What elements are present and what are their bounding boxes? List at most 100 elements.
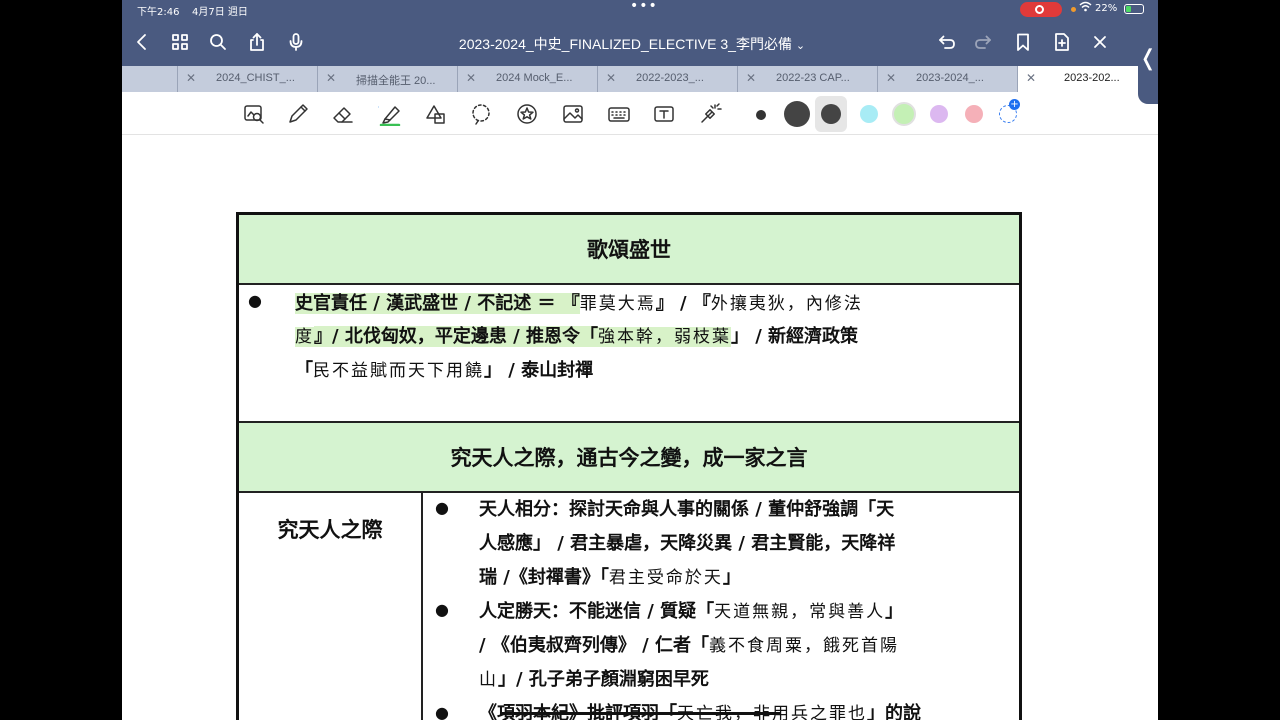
tab-close-icon[interactable]: ✕ [326, 71, 336, 85]
text-run: 外攘夷狄，內修法 [710, 294, 863, 314]
microphone-icon[interactable] [284, 30, 308, 54]
text-line: 《項羽本紀》批評項羽「天亡我，非用兵之罪也」的說 [479, 697, 921, 720]
text-line: 人感應」 / 君主暴虐，天降災異 / 君主賢能，天降祥 [479, 527, 895, 561]
highlighter-icon[interactable] [375, 102, 402, 127]
row-label: 究天人之際 [277, 518, 383, 542]
swatch-large-dark[interactable] [784, 101, 810, 127]
bookmark-icon[interactable] [1011, 30, 1035, 54]
tab-label: 2024_CHIST_... [216, 72, 295, 84]
text-run: 」 / 新經濟政策 [730, 326, 859, 347]
text-line: 度』/ 北伐匈奴，平定邊患 / 推恩令「強本幹，弱枝葉」 / 新經濟政策 [295, 320, 858, 354]
text-icon[interactable] [652, 102, 676, 126]
document-title[interactable]: 2023-2024_中史_FINALIZED_ELECTIVE 3_李門必備 ⌄ [422, 34, 842, 54]
text-run: 』 / 『 [655, 293, 711, 314]
annotation-toolbar: + [122, 92, 1158, 135]
text-line: 天人相分：探討天命與人事的關係 / 董仲舒強調「天 [479, 493, 894, 527]
swatch-pink[interactable] [965, 105, 983, 123]
screen-recording-icon[interactable] [1020, 2, 1062, 17]
side-panel-handle[interactable]: ❬ [1138, 20, 1158, 104]
text-run: 人定勝天：不能迷信 / 質疑「 [479, 601, 715, 622]
text-run: / 《伯夷叔齊列傳》 / 仁者「 [479, 635, 709, 656]
tab-close-icon[interactable]: ✕ [186, 71, 196, 85]
chevron-down-icon[interactable]: ⌄ [796, 40, 805, 52]
search-icon[interactable] [206, 30, 230, 54]
tab-3[interactable]: ✕ 2024 Mock_E... [458, 66, 598, 92]
text-run: 君主受命於天 [608, 568, 723, 588]
laser-pointer-icon[interactable] [698, 102, 722, 126]
row-label-cell: 究天人之際 [239, 493, 423, 720]
pen-icon[interactable] [286, 102, 310, 126]
tab-label: 2024 Mock_E... [496, 72, 573, 84]
text-run: 天人相分：探討天命與人事的關係 / 董仲舒強調「天 [479, 499, 895, 520]
bullet: ● [435, 600, 449, 619]
tab-close-icon[interactable]: ✕ [1026, 71, 1036, 85]
text-run: 瑞 /《封禪書》「 [479, 567, 609, 588]
tab-label: 掃描全能王 20... [356, 75, 436, 87]
text-line: 「民不益賦而天下用饒」 / 泰山封禪 [295, 354, 593, 388]
text-run: 」 [885, 601, 904, 622]
add-page-icon[interactable] [1050, 30, 1074, 54]
text-line: 瑞 /《封禪書》「君主受命於天」 [479, 561, 741, 595]
wifi-icon [1079, 1, 1092, 15]
share-icon[interactable] [245, 30, 269, 54]
swatch-small-dark[interactable] [756, 110, 766, 120]
status-date: 4月7日 週日 [192, 7, 248, 18]
tab-5[interactable]: ✕ 2022-23 CAP... [738, 66, 878, 92]
bullet: ● [435, 703, 449, 720]
eraser-icon[interactable] [331, 102, 355, 126]
lasso-zoom-icon[interactable] [242, 102, 266, 126]
undo-icon[interactable] [934, 30, 958, 54]
battery-percent: 22% [1095, 3, 1118, 14]
shapes-icon[interactable] [424, 102, 448, 126]
section-header-2: 究天人之際，通古今之變，成一家之言 [239, 423, 1019, 493]
text-run: 」的說 [867, 703, 921, 720]
sticker-icon[interactable] [515, 102, 539, 126]
text-run: 天道無親，常與善人 [714, 602, 886, 622]
text-run: 罪莫大焉 [579, 294, 656, 314]
text-run: 民不益賦而天下用饒 [313, 361, 484, 381]
keyboard-icon[interactable] [607, 102, 631, 126]
tab-close-icon[interactable]: ✕ [746, 71, 756, 85]
text-run: 義不食周粟，餓死首陽 [708, 636, 899, 656]
text-run: 強本幹，弱枝葉 [597, 327, 731, 347]
document-title-text: 2023-2024_中史_FINALIZED_ELECTIVE 3_李門必備 [458, 36, 792, 52]
tab-6[interactable]: ✕ 2023-2024_... [878, 66, 1018, 92]
swatch-purple[interactable] [930, 105, 948, 123]
tab-close-icon[interactable]: ✕ [466, 71, 476, 85]
tab-close-icon[interactable]: ✕ [606, 71, 616, 85]
document-tab-bar: ✕ ✕ 2024_CHIST_... ✕ 掃描全能王 20... ✕ 2024 … [122, 66, 1158, 92]
tab-4[interactable]: ✕ 2022-2023_... [598, 66, 738, 92]
text-run: 」/ 孔子弟子顏淵窮困早死 [498, 669, 709, 690]
ipad-screen: 下午2:46 4月7日 週日 ••• 22% 2023-2024_中史_FINA… [122, 0, 1158, 720]
bullet: ● [435, 498, 449, 517]
tab-2[interactable]: ✕ 掃描全能王 20... [318, 66, 458, 92]
tab-label: 2022-2023_... [636, 72, 704, 84]
grid-view-icon[interactable] [168, 30, 192, 54]
tab-1[interactable]: ✕ 2024_CHIST_... [178, 66, 318, 92]
text-run: 」 [722, 567, 741, 588]
tab-active[interactable]: ✕ 2023-202... [1018, 66, 1158, 92]
swatch-cyan[interactable] [860, 105, 878, 123]
text-run: 「 [295, 360, 313, 381]
text-run: 』/ 北伐匈奴，平定邊患 / 推恩令「 [314, 326, 598, 347]
swatch-medium-dark[interactable] [821, 104, 841, 124]
text-line: 人定勝天：不能迷信 / 質疑「天道無親，常與善人」 [479, 595, 903, 629]
redo-icon[interactable] [972, 30, 996, 54]
add-color-icon[interactable]: + [999, 99, 1020, 123]
close-icon[interactable] [1088, 30, 1112, 54]
tab-label: 2022-23 CAP... [776, 72, 850, 84]
tab-label: 2023-202... [1064, 72, 1120, 84]
bullet: ● [248, 291, 262, 310]
text-run: 」 / 泰山封禪 [484, 360, 594, 381]
pen-strikethrough-mark [501, 712, 781, 715]
back-button[interactable] [130, 30, 154, 54]
image-icon[interactable] [561, 102, 585, 126]
tab-label: 2023-2024_... [916, 72, 984, 84]
text-line: / 《伯夷叔齊列傳》 / 仁者「義不食周粟，餓死首陽 [479, 629, 899, 663]
lasso-icon[interactable] [469, 102, 493, 126]
navigation-bar: 下午2:46 4月7日 週日 ••• 22% 2023-2024_中史_FINA… [122, 0, 1158, 66]
tab-close-icon[interactable]: ✕ [886, 71, 896, 85]
tab-0[interactable]: ✕ [122, 66, 178, 92]
multitasking-dots-icon[interactable]: ••• [630, 0, 658, 14]
swatch-green[interactable] [892, 102, 916, 126]
